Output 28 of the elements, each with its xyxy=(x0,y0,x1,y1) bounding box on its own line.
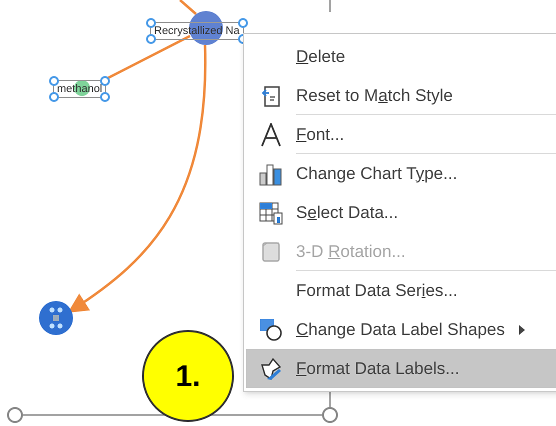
menu-item[interactable]: Change Chart Type... xyxy=(246,154,556,193)
menu-item-label: 3-D Rotation... xyxy=(296,240,406,263)
menu-item[interactable]: Select Data... xyxy=(246,193,556,232)
menu-item[interactable]: Font... xyxy=(246,115,556,154)
menu-item[interactable]: Delete xyxy=(246,37,556,76)
menu-item[interactable]: Format Data Series... xyxy=(246,271,556,310)
reset-style-icon xyxy=(260,84,282,108)
menu-item-label: Delete xyxy=(296,46,346,68)
axis-line xyxy=(329,0,331,12)
connector-line xyxy=(179,0,197,15)
shapes-icon xyxy=(259,318,283,342)
bar-chart-icon xyxy=(259,162,283,186)
table-icon xyxy=(259,200,283,224)
menu-item-label: Reset to Match Style xyxy=(296,84,453,107)
format-brush-icon xyxy=(259,356,283,380)
menu-item-label: Format Data Series... xyxy=(296,280,458,302)
font-icon xyxy=(260,122,282,146)
menu-item-label: Select Data... xyxy=(296,202,398,224)
submenu-arrow-icon xyxy=(518,324,525,334)
menu-item-label: Change Data Label Shapes xyxy=(296,318,505,341)
cube-icon xyxy=(260,240,282,264)
menu-item-label: Font... xyxy=(296,124,344,146)
node-icon xyxy=(39,301,73,335)
menu-item-label: Change Chart Type... xyxy=(296,162,458,185)
menu-item-label: Format Data Labels... xyxy=(296,358,460,380)
menu-item[interactable]: Format Data Labels... xyxy=(246,349,556,388)
menu-item[interactable]: Reset to Match Style xyxy=(246,76,556,115)
menu-item[interactable]: Change Data Label Shapes xyxy=(246,310,556,349)
